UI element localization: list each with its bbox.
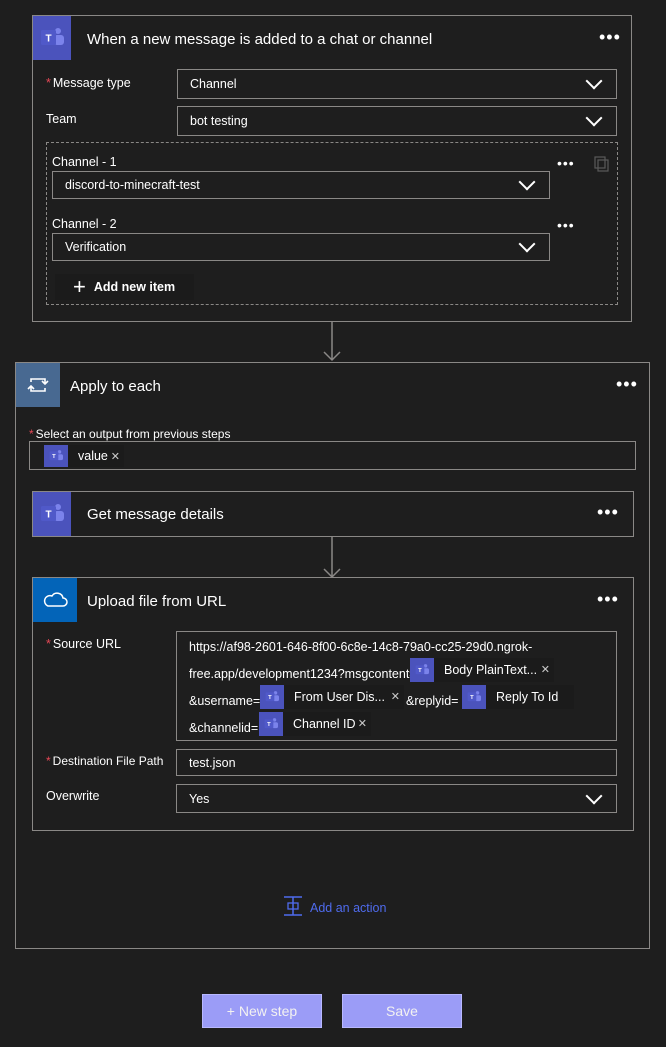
from-user-token[interactable]: T From User Dis... ✕ [260, 685, 404, 709]
get-message-details-title: Get message details [87, 506, 224, 523]
more-icon[interactable]: ••• [597, 590, 619, 608]
overwrite-label: Overwrite [46, 789, 100, 803]
close-icon[interactable]: ✕ [111, 450, 120, 463]
plus-icon: + [73, 274, 86, 299]
loop-icon [16, 363, 60, 407]
message-type-dropdown[interactable]: Channel [177, 69, 617, 99]
more-icon[interactable]: ••• [597, 503, 619, 521]
insert-action-icon [282, 895, 304, 920]
close-icon[interactable]: ✕ [358, 717, 367, 730]
value-token[interactable]: T value ✕ [44, 444, 124, 467]
add-new-item-label: Add new item [93, 280, 176, 294]
body-plaintext-token-label: Body PlainText... [444, 663, 538, 677]
reply-to-id-token[interactable]: T Reply To Id [462, 685, 574, 709]
url-channelid: &channelid= [189, 721, 259, 735]
destination-path-value: test.json [189, 755, 236, 770]
new-step-button[interactable]: + New step [202, 994, 322, 1028]
url-line-1: https://af98-2601-646-8f00-6c8e-14c8-79a… [189, 640, 533, 654]
channel-2-label: Channel - 2 [52, 217, 117, 231]
get-message-details-card[interactable]: T Get message details ••• [32, 491, 634, 537]
teams-icon: T [33, 16, 71, 60]
channel-id-token-label: Channel ID [293, 717, 356, 731]
teams-icon: T [260, 685, 284, 709]
svg-text:T: T [470, 695, 474, 701]
chevron-down-icon [518, 235, 536, 253]
team-dropdown[interactable]: bot testing [177, 106, 617, 136]
teams-icon: T [462, 685, 486, 709]
more-icon[interactable]: ••• [557, 218, 575, 232]
destination-path-input[interactable]: test.json [176, 749, 617, 776]
message-type-label: * Message type [46, 76, 131, 90]
value-token-label: value [78, 448, 108, 463]
svg-text:T: T [418, 668, 422, 674]
svg-text:T: T [267, 722, 271, 728]
arrow-down-icon [322, 537, 342, 582]
reply-to-id-token-label: Reply To Id [496, 690, 559, 704]
destination-path-label: * Destination File Path [46, 754, 164, 768]
url-replyid: &replyid= [406, 694, 459, 708]
chevron-down-icon [585, 787, 603, 804]
add-new-item-button[interactable]: + Add new item [55, 274, 194, 300]
channel-1-dropdown[interactable]: discord-to-minecraft-test [52, 171, 550, 199]
svg-text:T: T [45, 34, 51, 45]
close-icon[interactable]: ✕ [541, 663, 550, 676]
upload-file-title: Upload file from URL [87, 593, 227, 610]
chevron-down-icon [585, 72, 603, 90]
output-input[interactable]: T value ✕ [29, 441, 636, 470]
close-icon[interactable]: ✕ [391, 690, 400, 703]
add-an-action-label: Add an action [310, 900, 387, 915]
more-icon[interactable]: ••• [599, 28, 621, 46]
chevron-down-icon [518, 173, 536, 191]
channel-id-token[interactable]: T Channel ID ✕ [259, 712, 371, 736]
more-icon[interactable]: ••• [557, 156, 575, 170]
channel-2-value: Verification [65, 240, 127, 254]
svg-text:T: T [45, 510, 51, 521]
source-url-input[interactable]: https://af98-2601-646-8f00-6c8e-14c8-79a… [176, 631, 617, 741]
from-user-token-label: From User Dis... [294, 690, 385, 704]
copy-icon[interactable] [593, 156, 611, 177]
trigger-card: T When a new message is added to a chat … [32, 15, 632, 322]
more-icon[interactable]: ••• [616, 375, 638, 393]
url-username: &username= [189, 694, 261, 708]
body-plaintext-token[interactable]: T Body PlainText... ✕ [410, 658, 554, 682]
save-button[interactable]: Save [342, 994, 462, 1028]
team-label: Team [46, 112, 77, 126]
upload-file-card: Upload file from URL ••• * Source URL htt… [32, 577, 634, 831]
teams-icon: T [410, 658, 434, 682]
add-an-action-button[interactable]: Add an action [282, 895, 386, 920]
onedrive-icon [33, 578, 77, 622]
url-line-2: free.app/development1234?msgcontent= [189, 667, 417, 681]
channel-2-dropdown[interactable]: Verification [52, 233, 550, 261]
apply-to-each-card: Apply to each ••• * Select an output from… [15, 362, 650, 949]
teams-icon: T [259, 712, 283, 736]
svg-text:T: T [268, 695, 272, 701]
channel-1-value: discord-to-minecraft-test [65, 178, 200, 192]
arrow-down-icon [322, 322, 342, 365]
overwrite-dropdown[interactable]: Yes [176, 784, 617, 813]
teams-icon: T [44, 444, 68, 467]
trigger-title: When a new message is added to a chat or… [87, 31, 433, 48]
svg-text:T: T [52, 454, 56, 460]
overwrite-value: Yes [189, 791, 210, 806]
team-value: bot testing [190, 114, 248, 128]
source-url-label: * Source URL [46, 637, 121, 651]
channel-1-label: Channel - 1 [52, 155, 117, 169]
message-type-value: Channel [190, 77, 237, 91]
chevron-down-icon [585, 109, 603, 127]
teams-icon: T [33, 492, 71, 536]
apply-to-each-title: Apply to each [70, 378, 161, 395]
output-label: * Select an output from previous steps [29, 427, 231, 441]
